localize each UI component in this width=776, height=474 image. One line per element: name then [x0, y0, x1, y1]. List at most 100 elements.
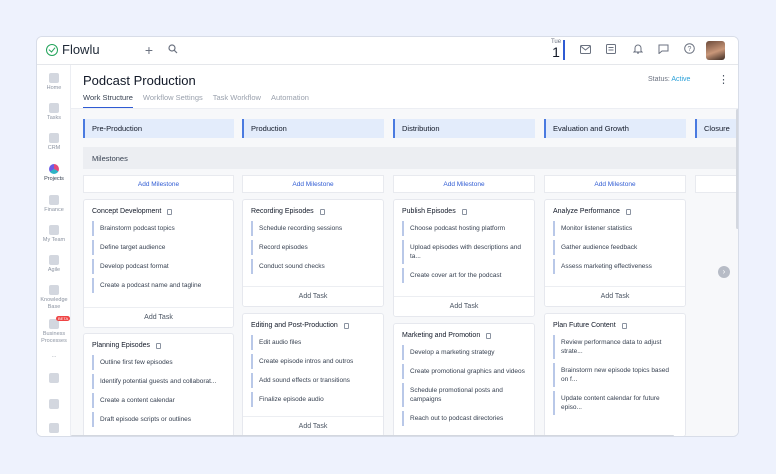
task-item[interactable]: Define target audience: [92, 240, 225, 255]
task-item[interactable]: Conduct sound checks: [251, 259, 375, 274]
add-task-button[interactable]: Add Task: [243, 416, 383, 436]
sidebar-extra-1[interactable]: [37, 373, 71, 385]
task-list-card: Analyze Performance Monitor listener sta…: [544, 199, 686, 307]
task-item[interactable]: Create a content calendar: [92, 393, 225, 408]
stage-production[interactable]: Production: [242, 119, 384, 138]
add-milestone-button[interactable]: Add Milestone: [544, 175, 686, 193]
task-item[interactable]: Schedule promotional posts and campaigns: [402, 383, 526, 407]
document-icon[interactable]: [167, 208, 173, 215]
horizontal-scrollbar[interactable]: [71, 435, 674, 436]
task-item[interactable]: Outline first few episodes: [92, 355, 225, 370]
sidebar-extra-2[interactable]: [37, 399, 71, 411]
sidebar-item-knowledge-base[interactable]: Knowledge Base: [37, 285, 71, 311]
plus-icon[interactable]: +: [142, 43, 156, 57]
sidebar-more[interactable]: ...: [37, 353, 71, 360]
task-list-title[interactable]: Analyze Performance: [553, 208, 620, 215]
add-milestone-button[interactable]: Add Milestone: [393, 175, 535, 193]
task-item[interactable]: Identify potential guests and collaborat…: [92, 374, 225, 389]
task-list-card: Marketing and Promotion Develop a market…: [393, 323, 535, 436]
add-milestone-button[interactable]: Add Milestone: [242, 175, 384, 193]
task-item[interactable]: Gather audience feedback: [553, 240, 677, 255]
user-avatar[interactable]: [706, 41, 725, 60]
tab-work-structure[interactable]: Work Structure: [83, 93, 133, 108]
task-item[interactable]: Reach out to podcast directories: [402, 411, 526, 426]
tab-task-workflow[interactable]: Task Workflow: [213, 93, 261, 108]
sidebar-item-finance[interactable]: Finance: [37, 195, 71, 214]
task-item[interactable]: Record episodes: [251, 240, 375, 255]
task-item[interactable]: Draft episode scripts or outlines: [92, 412, 225, 427]
task-list-title[interactable]: Concept Development: [92, 208, 161, 215]
task-item[interactable]: Develop a marketing strategy: [402, 345, 526, 360]
task-item[interactable]: Assess marketing effectiveness: [553, 259, 677, 274]
app-icon: [49, 399, 59, 409]
document-icon[interactable]: [156, 342, 161, 349]
task-list-title[interactable]: Marketing and Promotion: [402, 332, 480, 339]
stage-evaluation-and-growth[interactable]: Evaluation and Growth: [544, 119, 686, 138]
svg-text:?: ?: [687, 46, 691, 53]
task-item[interactable]: Create cover art for the podcast: [402, 268, 526, 283]
notes-icon[interactable]: [604, 43, 618, 57]
add-task-button[interactable]: Add Task: [394, 296, 534, 316]
add-task-button[interactable]: Add Task: [84, 307, 233, 327]
stage-distribution[interactable]: Distribution: [393, 119, 535, 138]
tab-workflow-settings[interactable]: Workflow Settings: [143, 93, 203, 108]
document-icon[interactable]: [625, 208, 631, 215]
stage-pre-production[interactable]: Pre-Production: [83, 119, 234, 138]
task-list-title[interactable]: Recording Episodes: [251, 208, 314, 215]
task-item[interactable]: Create promotional graphics and videos: [402, 364, 526, 379]
status-value: Active: [671, 76, 691, 83]
task-item[interactable]: Brainstorm podcast topics: [92, 221, 225, 236]
task-item[interactable]: Update content calendar for future episo…: [553, 391, 677, 415]
add-milestone-button[interactable]: Add Milestone: [83, 175, 234, 193]
sidebar-item-business-processes[interactable]: BETA Business Processes: [37, 316, 71, 345]
task-item[interactable]: Upload episodes with descriptions and ta…: [402, 240, 526, 264]
sidebar-item-my-team[interactable]: My Team: [37, 225, 71, 244]
task-list-title[interactable]: Publish Episodes: [402, 208, 456, 215]
document-icon[interactable]: [486, 332, 492, 339]
task-item[interactable]: Monitor listener statistics: [553, 221, 677, 236]
task-item[interactable]: Finalize episode audio: [251, 392, 375, 407]
task-item[interactable]: Create episode intros and outros: [251, 354, 375, 369]
task-list-title[interactable]: Planning Episodes: [92, 342, 150, 349]
chat-icon[interactable]: [656, 43, 670, 57]
task-item[interactable]: Edit audio files: [251, 335, 375, 350]
tab-automation[interactable]: Automation: [271, 93, 309, 108]
sidebar-item-crm[interactable]: CRM: [37, 133, 71, 152]
more-options-icon[interactable]: ⋮: [718, 73, 729, 86]
project-status[interactable]: Status: Active: [648, 76, 690, 83]
flowlu-logo[interactable]: Flowlu: [46, 42, 100, 57]
task-list-title[interactable]: Editing and Post-Production: [251, 322, 338, 329]
mail-icon[interactable]: [578, 43, 592, 57]
stage-closure[interactable]: Closure: [695, 119, 738, 138]
app-window: Flowlu + Tue 1 ? Home Tasks CRM Projects…: [36, 36, 739, 437]
vertical-scrollbar[interactable]: [736, 109, 738, 229]
add-milestone-button[interactable]: [695, 175, 738, 193]
sidebar-item-projects[interactable]: Projects: [37, 164, 71, 183]
help-icon[interactable]: ?: [682, 43, 696, 57]
status-label: Status:: [648, 76, 670, 83]
task-list-card: Recording Episodes Schedule recording se…: [242, 199, 384, 307]
project-tabs: Work Structure Workflow Settings Task Wo…: [83, 93, 309, 108]
add-task-button[interactable]: Add Task: [243, 286, 383, 306]
scroll-right-button[interactable]: ›: [718, 266, 730, 278]
document-icon[interactable]: [319, 208, 325, 215]
task-item[interactable]: Review performance data to adjust strate…: [553, 335, 677, 359]
bell-icon[interactable]: [631, 43, 645, 57]
search-icon[interactable]: [166, 43, 180, 57]
document-icon[interactable]: [461, 208, 467, 215]
sidebar-item-home[interactable]: Home: [37, 73, 71, 92]
task-item[interactable]: Create a podcast name and tagline: [92, 278, 225, 293]
task-list-title[interactable]: Plan Future Content: [553, 322, 616, 329]
document-icon[interactable]: [343, 322, 349, 329]
add-task-button[interactable]: Add Task: [545, 286, 685, 306]
task-item[interactable]: Schedule recording sessions: [251, 221, 375, 236]
task-item[interactable]: Choose podcast hosting platform: [402, 221, 526, 236]
task-item[interactable]: Brainstorm new episode topics based on f…: [553, 363, 677, 387]
sidebar-item-agile[interactable]: Agile: [37, 255, 71, 274]
document-icon[interactable]: [621, 322, 627, 329]
sidebar-item-tasks[interactable]: Tasks: [37, 103, 71, 122]
task-item[interactable]: Add sound effects or transitions: [251, 373, 375, 388]
sidebar: Home Tasks CRM Projects Finance My Team …: [37, 65, 71, 436]
task-item[interactable]: Develop podcast format: [92, 259, 225, 274]
sidebar-extra-3[interactable]: [37, 423, 71, 435]
